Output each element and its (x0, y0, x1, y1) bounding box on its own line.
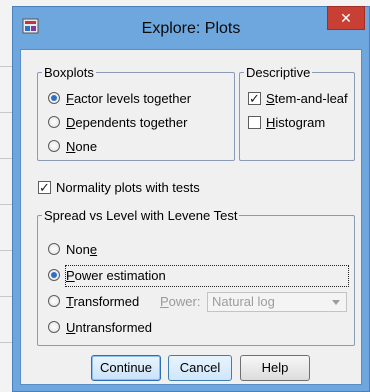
radio-untransformed[interactable]: Untransformed (48, 318, 198, 338)
radio-dependents-together[interactable]: Dependents together (48, 113, 228, 133)
radio-spread-none[interactable]: None (48, 240, 168, 260)
dialog-title: Explore: Plots (141, 20, 241, 37)
close-button[interactable]: ✕ (327, 6, 365, 30)
checkbox-indicator[interactable]: ✓ (248, 92, 261, 105)
explore-plots-dialog: Explore: Plots ✕ Boxplots Factor levels … (12, 6, 370, 392)
checkbox-stem-and-leaf[interactable]: ✓ Stem-and-leaf (248, 89, 354, 109)
radio-indicator[interactable] (48, 269, 60, 281)
radio-boxplots-none[interactable]: None (48, 137, 228, 157)
radio-indicator[interactable] (48, 92, 60, 104)
radio-label: None (66, 139, 98, 154)
checkbox-indicator[interactable]: ✓ (38, 181, 51, 194)
radio-label: Power estimation (65, 265, 349, 287)
dialog-client-area: Boxplots Factor levels together Dependen… (20, 49, 362, 385)
radio-factor-levels-together[interactable]: Factor levels together (48, 89, 228, 109)
power-transform-select[interactable]: Natural log (207, 292, 347, 312)
radio-label: Untransformed (66, 320, 152, 335)
checkbox-label: Stem-and-leaf (266, 91, 348, 106)
power-label: Power: (160, 294, 201, 309)
cancel-button[interactable]: Cancel (168, 355, 232, 381)
radio-label: Transformed (66, 294, 140, 309)
continue-button[interactable]: Continue (91, 355, 161, 381)
spread-vs-level-legend: Spread vs Level with Levene Test (42, 208, 240, 223)
radio-indicator[interactable] (48, 321, 60, 333)
radio-indicator[interactable] (48, 295, 60, 307)
boxplots-legend: Boxplots (42, 65, 96, 80)
chevron-down-icon (332, 300, 340, 305)
radio-indicator[interactable] (48, 140, 60, 152)
radio-label: Dependents together (66, 115, 188, 130)
help-button[interactable]: Help (240, 355, 310, 381)
radio-power-estimation[interactable]: Power estimation (48, 265, 349, 287)
checkbox-normality-plots[interactable]: ✓ Normality plots with tests (38, 178, 258, 198)
radio-indicator[interactable] (48, 243, 60, 255)
radio-label: None (66, 242, 98, 257)
checkbox-label: Histogram (266, 115, 326, 130)
radio-indicator[interactable] (48, 116, 60, 128)
checkbox-histogram[interactable]: Histogram (248, 113, 354, 133)
radio-transformed[interactable]: Transformed (48, 292, 158, 312)
descriptive-legend: Descriptive (244, 65, 313, 80)
power-transform-value: Natural log (212, 294, 275, 309)
title-bar[interactable]: Explore: Plots ✕ (13, 6, 369, 49)
checkbox-indicator[interactable] (248, 116, 261, 129)
checkbox-label: Normality plots with tests (56, 180, 200, 195)
radio-label: Factor levels together (66, 91, 192, 106)
